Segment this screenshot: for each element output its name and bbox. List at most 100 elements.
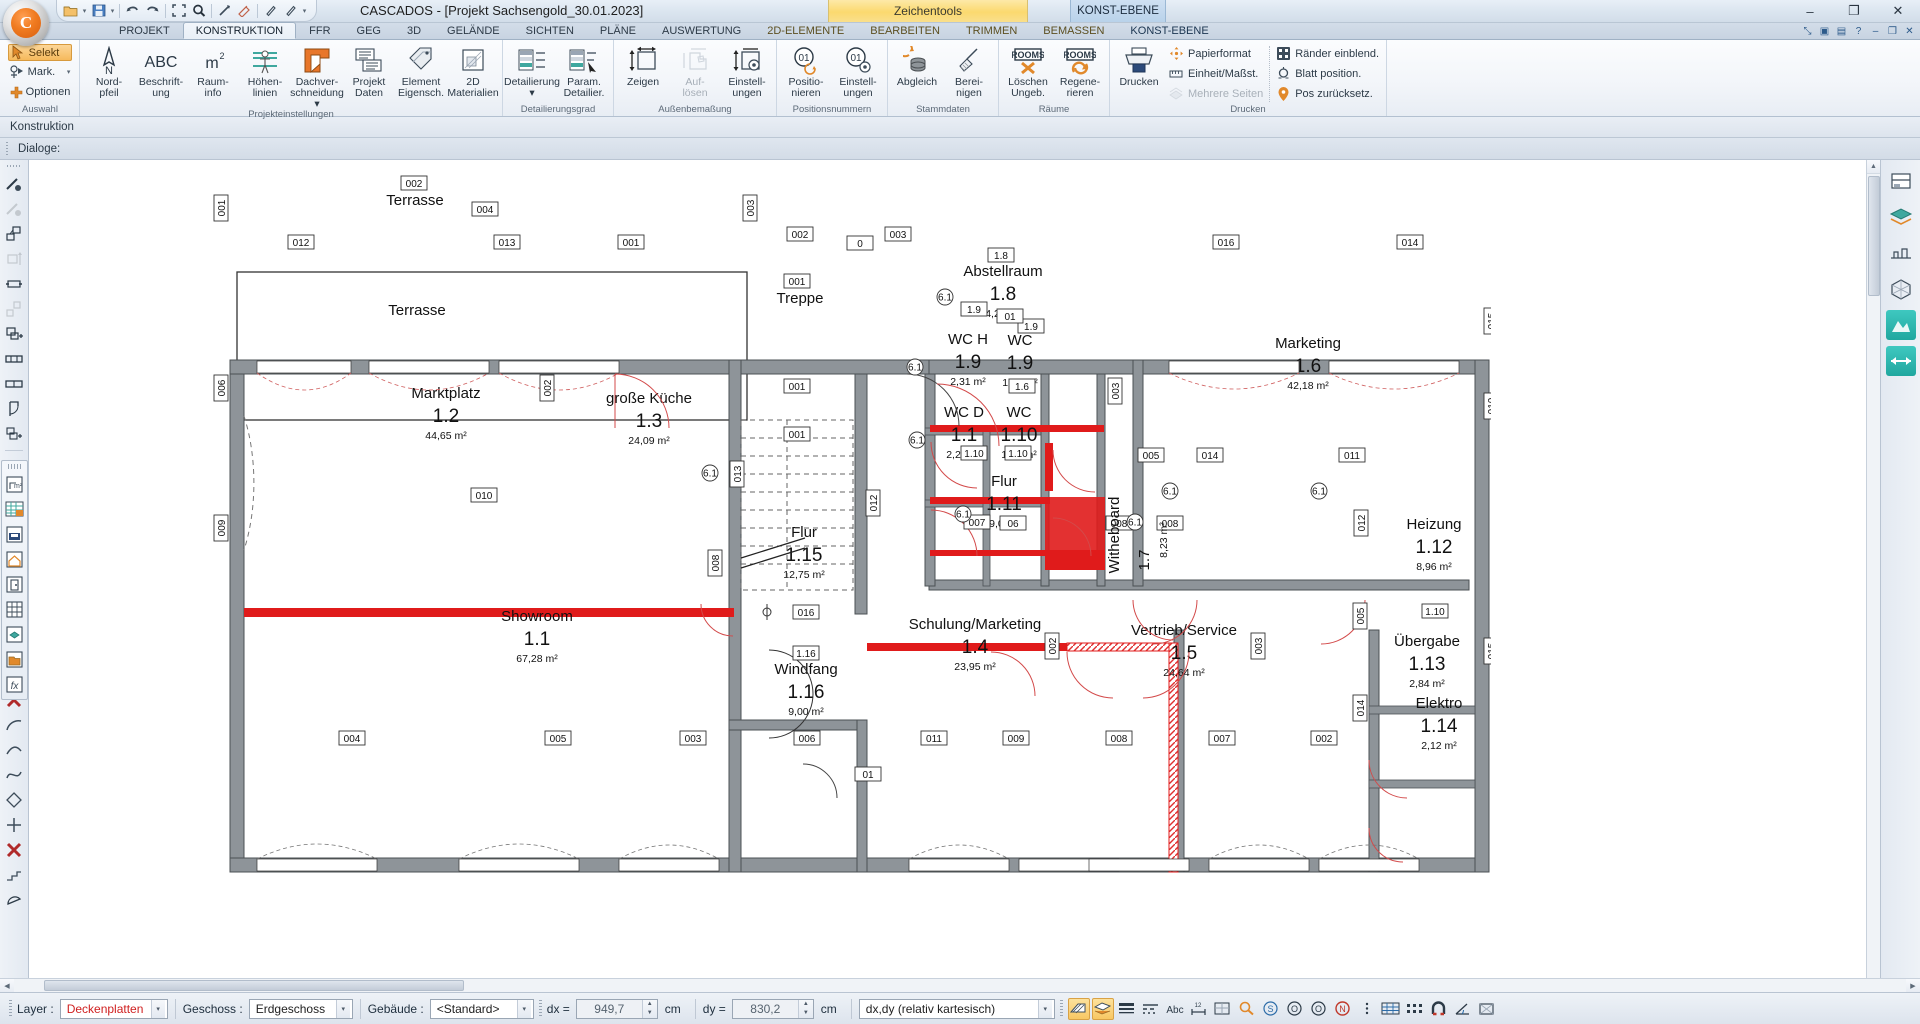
snap-s-icon[interactable]: S [1260, 998, 1282, 1020]
room-label[interactable]: Terrasse [386, 192, 444, 209]
dimension-tag[interactable]: 015 [1483, 307, 1491, 335]
elevation-marker[interactable]: 6.1 [1161, 482, 1179, 500]
ribbon-tab-bearbeiten[interactable]: BEARBEITEN [857, 22, 953, 39]
elevation-marker[interactable]: 6.1 [936, 288, 954, 306]
floor-select[interactable]: Erdgeschoss ▾ [248, 998, 353, 1019]
layout-icon[interactable]: ▤ [1835, 26, 1848, 37]
dimension-tag[interactable]: 002 [1310, 730, 1338, 746]
pen2-icon[interactable] [281, 1, 300, 20]
beam-icon[interactable] [2, 272, 26, 296]
scroll-up-arrow-icon[interactable]: ▲ [1866, 160, 1881, 174]
building-chevron-down-icon[interactable]: ▾ [516, 999, 531, 1018]
vertical-scroll-thumb[interactable] [1867, 176, 1880, 296]
column-icon[interactable] [2, 247, 26, 271]
ribbon-button-positio-nieren[interactable]: 01 Positio- nieren [780, 42, 832, 99]
save-caret-icon[interactable]: ▾ [109, 7, 116, 15]
dimension-tag[interactable]: 1.6 [1008, 378, 1036, 394]
room-label[interactable]: Marktplatz 1.2 44,65 m² [411, 385, 480, 442]
table-sheet-icon[interactable] [3, 497, 27, 521]
qat-overflow-icon[interactable]: ▾ [301, 7, 308, 15]
layers-doc-icon[interactable] [3, 622, 27, 646]
print-option-blatt-position[interactable]: Blatt position. [1276, 64, 1379, 83]
close-button[interactable]: ✕ [1876, 0, 1920, 22]
ref-icon[interactable] [1476, 998, 1498, 1020]
layer-visibility-icon[interactable] [1091, 997, 1114, 1020]
ribbon-tab-pl-ne[interactable]: PLÄNE [587, 22, 649, 39]
print-option-r-nder-einblend[interactable]: Ränder einblend. [1276, 44, 1379, 63]
scroll-left-arrow-icon[interactable]: ◀ [0, 979, 14, 992]
ribbon-button-regene-rieren[interactable]: ROOMS Regene- rieren [1054, 42, 1106, 99]
dimension-tag[interactable]: 014 [1196, 447, 1224, 463]
raster-icon[interactable] [1404, 998, 1426, 1020]
node-n-red-icon[interactable]: N [1332, 998, 1354, 1020]
maximize-button[interactable]: ❐ [1832, 0, 1876, 22]
dimension-tag[interactable]: 1.16 [792, 645, 820, 661]
ribbon-button-beschrift-ung[interactable]: ABC Beschrift- ung [135, 42, 187, 99]
canvas-horizontal-scrollbar[interactable]: ◀ ▶ [0, 978, 1920, 992]
remove-x-icon[interactable] [2, 838, 26, 862]
ribbon-tab-ffr[interactable]: FFR [296, 22, 343, 39]
diamond-icon[interactable] [2, 788, 26, 812]
folder-doc-icon[interactable] [3, 647, 27, 671]
dimension-tag[interactable]: 008 [1105, 730, 1133, 746]
print-option-pos-zur-cksetz[interactable]: Pos zurücksetz. [1276, 84, 1379, 103]
ribbon-tab-sichten[interactable]: SICHTEN [513, 22, 587, 39]
dimension-tag[interactable]: 1.10 [960, 445, 988, 461]
dimension-tag[interactable]: 008 [707, 549, 723, 577]
ribbon-button-nord-pfeil[interactable]: N Nord- pfeil [83, 42, 135, 99]
add-room-icon[interactable] [2, 322, 26, 346]
dimension-tag[interactable]: 002 [539, 374, 555, 402]
ribbon-button-l-schen-ungeb[interactable]: ROOMS Löschen Ungeb. [1002, 42, 1054, 99]
dimension-tag[interactable]: 003 [884, 226, 912, 242]
room-label[interactable]: Treppe [777, 290, 824, 307]
dimension-tag[interactable]: 012 [287, 234, 315, 250]
dimension-tag[interactable]: 013 [729, 460, 745, 488]
grid-snap-icon[interactable] [1212, 998, 1234, 1020]
dimension-tag[interactable]: 005 [544, 730, 572, 746]
area-doc-icon[interactable]: m² [3, 472, 27, 496]
dimension-tag[interactable]: 006 [213, 374, 229, 402]
dimension-tag[interactable]: 009 [213, 514, 229, 542]
floor-plan-drawing[interactable]: Terrasse Marktplatz1.244,65 m²große Küch… [29, 160, 1491, 978]
dimension-tag[interactable]: 010 [470, 487, 498, 503]
close-doc-icon[interactable]: ✕ [1903, 26, 1916, 37]
dimension-tag[interactable]: 002 [786, 226, 814, 242]
ribbon-button-drucken[interactable]: Drucken [1113, 42, 1165, 88]
restore-doc-icon[interactable]: ❐ [1886, 26, 1899, 37]
scroll-right-arrow-icon[interactable]: ▶ [1906, 979, 1920, 992]
arc-icon[interactable] [2, 713, 26, 737]
door-doc-icon[interactable] [3, 572, 27, 596]
elevation-marker[interactable]: 6.1 [1310, 482, 1328, 500]
zoom-status-icon[interactable] [1236, 998, 1258, 1020]
ribbon-tab-geg[interactable]: GEG [344, 22, 394, 39]
dimension-tag[interactable]: 012 [865, 489, 881, 517]
select-option-optionen[interactable]: Optionen [8, 83, 73, 101]
ribbon-button-dachver-schneidung[interactable]: Dachver- schneidung ▾ [290, 42, 344, 110]
dimension-tag[interactable]: 003 [1107, 377, 1123, 405]
dimension-tag[interactable]: 006 [793, 730, 821, 746]
building-select[interactable]: <Standard> ▾ [429, 998, 534, 1019]
dimension-tag[interactable]: 009 [1002, 730, 1030, 746]
dimension-tag[interactable]: 010 [1483, 392, 1491, 420]
dimension-tag[interactable]: 004 [338, 730, 366, 746]
text-abc-icon[interactable]: Abc [1164, 998, 1186, 1020]
open-caret-icon[interactable]: ▾ [81, 7, 88, 15]
3d-view-icon[interactable] [1886, 274, 1916, 304]
ribbon-button-param-detailier[interactable]: Param. Detailier. [558, 42, 610, 99]
canvas-vertical-scrollbar[interactable]: ▲ [1866, 160, 1881, 978]
ribbon-tab-3d[interactable]: 3D [394, 22, 434, 39]
ribbon-tab-2d-elemente[interactable]: 2D-ELEMENTE [754, 22, 857, 39]
drawing-canvas[interactable]: Terrasse Marktplatz 1.2 44,65 m² große K… [29, 160, 1866, 978]
elevation-marker[interactable]: 6.1 [954, 505, 972, 523]
save-doc-icon[interactable] [3, 522, 27, 546]
dimension-tag[interactable]: 007 [1208, 730, 1236, 746]
horizontal-scroll-thumb[interactable] [44, 980, 464, 991]
line-weight-icon[interactable] [1116, 998, 1138, 1020]
room-label[interactable]: Übergabe 1.13 2,84 m² [1394, 632, 1460, 690]
draw-wall-alt-icon[interactable] [2, 197, 26, 221]
eraser-icon[interactable] [235, 1, 254, 20]
select-option-mark-[interactable]: Mark. ▾ [8, 63, 73, 81]
statusbar-grip[interactable] [9, 999, 12, 1018]
section-view-icon[interactable] [1886, 166, 1916, 196]
select-option-selekt[interactable]: Selekt [7, 44, 73, 61]
